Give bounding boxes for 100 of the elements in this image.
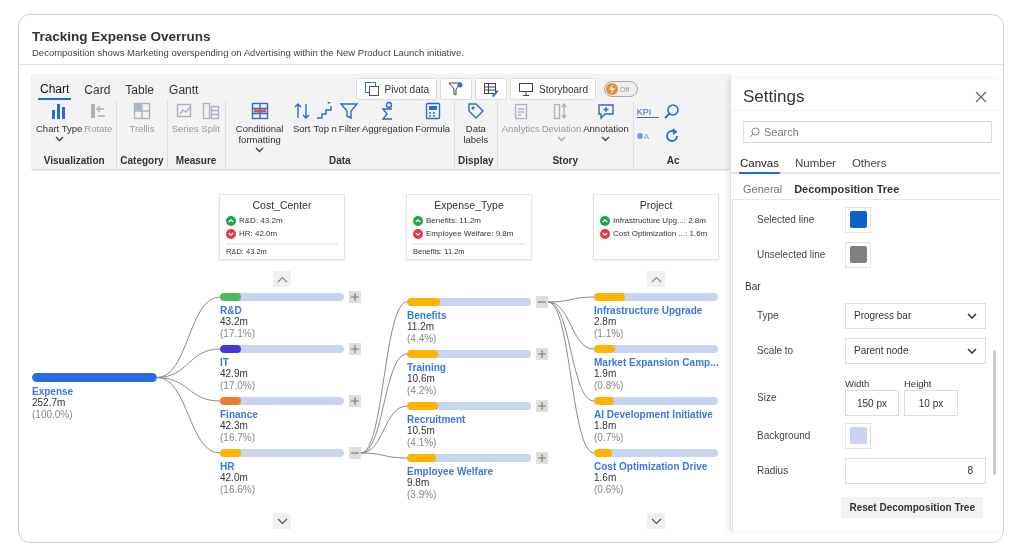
toolbar-button[interactable] <box>440 78 473 100</box>
tool-button[interactable]: Annotation <box>582 101 630 142</box>
scroll-down-button[interactable] <box>647 513 665 529</box>
color-picker[interactable] <box>845 206 871 233</box>
expand-button[interactable] <box>536 400 548 412</box>
collapse-button[interactable] <box>536 296 548 308</box>
node-name[interactable]: AI Development Initiative <box>594 409 724 420</box>
expand-button[interactable] <box>349 395 361 407</box>
scroll-up-button[interactable] <box>273 271 291 287</box>
settings-subtab[interactable]: Decomposition Tree <box>794 183 900 195</box>
search-icon[interactable] <box>662 103 681 121</box>
tool-button[interactable]: Sort <box>290 101 313 153</box>
group-label: Story <box>552 155 578 166</box>
settings-subtab[interactable]: General <box>743 183 783 195</box>
chart-tab[interactable]: Table <box>123 82 157 100</box>
node-share: (3.9%) <box>407 489 438 501</box>
node-name[interactable]: Training <box>407 362 537 373</box>
toolbar-button[interactable] <box>475 78 508 100</box>
number-field[interactable]: 8 <box>845 457 986 484</box>
node-name[interactable]: Expense <box>32 386 162 397</box>
expand-button[interactable] <box>349 343 361 355</box>
settings-tab[interactable]: Number <box>794 157 837 174</box>
progress-bar[interactable] <box>220 345 344 353</box>
tool-button[interactable]: Aggregation <box>360 101 415 153</box>
node-name[interactable]: Infrastructure Upgrade <box>594 305 724 316</box>
tool-button[interactable]: Top n <box>312 101 338 153</box>
color-picker[interactable] <box>845 241 871 268</box>
down-circle-icon <box>600 228 610 239</box>
node-name[interactable]: R&D <box>220 305 350 316</box>
input-field[interactable]: 150 px <box>845 390 899 416</box>
comment-icon <box>595 101 616 121</box>
section-heading: Bar <box>744 280 762 294</box>
close-icon[interactable] <box>975 91 987 103</box>
node-name[interactable]: Benefits <box>407 310 537 321</box>
kpi-button[interactable]: KPI <box>636 106 659 118</box>
highlight-text: Employee Welfare: 9.8m <box>426 229 514 238</box>
chevron-down-icon <box>276 517 288 525</box>
tool-button[interactable]: Filter <box>337 101 361 153</box>
chart-tab[interactable]: Chart <box>38 82 72 100</box>
node-name[interactable]: Employee Welfare <box>407 466 537 477</box>
chart-tab[interactable]: Card <box>82 82 113 100</box>
dropdown[interactable]: Progress bar <box>845 302 986 329</box>
node-name[interactable]: Market Expansion Camp... <box>594 357 724 368</box>
color-grid-icon <box>249 101 270 121</box>
node-value: 43.2m <box>220 316 249 328</box>
up-circle-icon <box>600 215 610 226</box>
node-name[interactable]: Recruitment <box>407 414 537 425</box>
field-label: Height <box>904 377 933 390</box>
chevron-down-icon <box>650 517 662 525</box>
level-title: Cost_Center <box>251 199 313 211</box>
node-share: (4.4%) <box>407 333 438 345</box>
color-picker[interactable] <box>845 422 871 449</box>
node-share: (17.1%) <box>220 328 256 340</box>
node-share: (16.6%) <box>220 484 256 496</box>
collapse-button[interactable] <box>349 447 361 459</box>
tool-button[interactable]: Formula <box>414 101 452 153</box>
field-label: Width <box>845 377 871 390</box>
plus-icon <box>537 401 547 411</box>
chevron-up-icon <box>276 275 288 283</box>
level-title: Expense_Type <box>433 199 505 211</box>
plus-icon <box>350 344 360 354</box>
filter-icon <box>339 101 360 121</box>
expand-button[interactable] <box>536 452 548 464</box>
node-share: (4.2%) <box>407 385 438 397</box>
node-value: 252.7m <box>32 397 66 409</box>
group-label: Display <box>458 155 494 166</box>
scroll-up-button[interactable] <box>647 271 665 287</box>
node-value: 1.9m <box>594 368 618 380</box>
node-value: 42.3m <box>220 420 249 432</box>
up-circle-icon <box>413 215 423 226</box>
node-share: (0.8%) <box>594 380 625 392</box>
tool-button[interactable]: Conditional formatting <box>228 101 291 153</box>
reset-button[interactable]: Reset Decomposition Tree <box>841 497 983 518</box>
input-field[interactable]: 10 px <box>904 390 958 416</box>
tool-button[interactable]: Chart Type <box>35 101 84 142</box>
node-value: 1.6m <box>594 472 618 484</box>
presentation-icon <box>518 81 535 97</box>
search-field[interactable]: Search <box>743 121 992 143</box>
scrollbar[interactable] <box>993 350 996 475</box>
tool-button[interactable]: Data labels <box>458 101 493 145</box>
expand-button[interactable] <box>536 348 548 360</box>
settings-tab[interactable]: Canvas <box>739 157 780 174</box>
scroll-down-button[interactable] <box>273 513 291 529</box>
settings-tab[interactable]: Others <box>850 157 888 174</box>
group-label: Visualization <box>43 155 105 166</box>
chart-tab[interactable]: Gantt <box>167 82 201 100</box>
toolbar-button[interactable]: Storyboard <box>510 78 596 100</box>
dropdown[interactable]: Parent node <box>845 337 986 364</box>
node-value: 10.5m <box>407 425 436 437</box>
expand-button[interactable] <box>349 291 361 303</box>
node-share: (4.1%) <box>407 437 438 449</box>
chevron-up-icon <box>650 275 662 283</box>
node-value: 11.2m <box>407 321 436 333</box>
node-share: (1.1%) <box>594 328 625 340</box>
node-share: (16.7%) <box>220 432 256 444</box>
node-name[interactable]: Cost Optimization Drive <box>594 461 724 472</box>
node-name[interactable]: Finance <box>220 409 350 420</box>
node-name[interactable]: IT <box>220 357 350 368</box>
toolbar-button[interactable]: Pivot data <box>355 78 438 100</box>
node-name[interactable]: HR <box>220 461 350 472</box>
